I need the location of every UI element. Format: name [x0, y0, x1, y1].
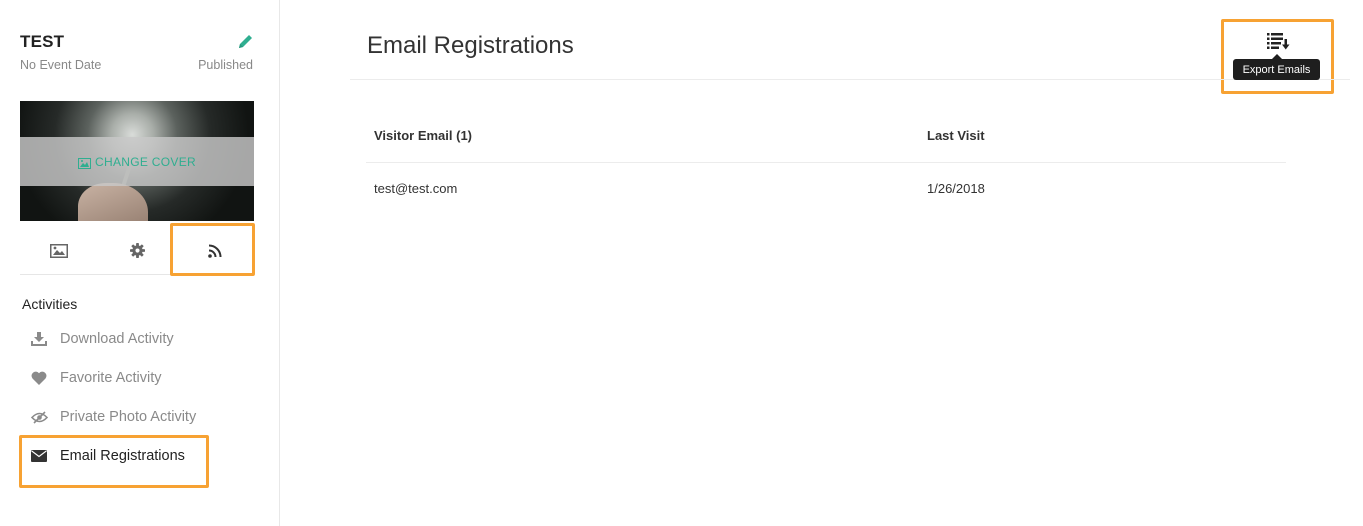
- table-cell-email: test@test.com: [374, 181, 458, 196]
- gear-icon: [129, 243, 145, 263]
- cover-image: CHANGE COVER: [20, 101, 254, 221]
- sidebar-item-download-activity[interactable]: Download Activity: [30, 327, 174, 351]
- page-title: Email Registrations: [367, 32, 574, 59]
- table-cell-last-visit: 1/26/2018: [927, 181, 985, 196]
- sidebar-item-email-registrations[interactable]: Email Registrations: [30, 444, 185, 468]
- divider: [350, 79, 1350, 80]
- sidebar-tabs: [20, 232, 254, 275]
- envelope-icon: [30, 448, 48, 464]
- sidebar-item-private-photo-activity[interactable]: Private Photo Activity: [30, 405, 196, 429]
- export-emails-button[interactable]: [1263, 32, 1295, 54]
- eye-slash-icon: [30, 409, 48, 425]
- column-header-last-visit[interactable]: Last Visit: [927, 128, 985, 143]
- tab-cover[interactable]: [20, 232, 98, 274]
- download-icon: [30, 331, 48, 347]
- sidebar-item-label: Email Registrations: [60, 448, 185, 464]
- change-cover-button[interactable]: CHANGE COVER: [20, 137, 254, 186]
- change-cover-label: CHANGE COVER: [95, 154, 196, 169]
- pencil-icon[interactable]: [236, 33, 256, 51]
- event-title: TEST: [20, 32, 65, 51]
- event-date: No Event Date: [20, 58, 102, 72]
- rss-icon: [208, 244, 222, 263]
- list-download-icon: [1267, 32, 1291, 55]
- table-divider: [366, 162, 1286, 163]
- picture-icon: [78, 156, 92, 169]
- activities-heading: Activities: [22, 296, 78, 312]
- event-status: Published: [198, 58, 253, 72]
- sidebar: TEST No Event Date Published CHANGE COVE…: [0, 0, 280, 526]
- column-header-visitor-email[interactable]: Visitor Email (1): [374, 128, 472, 143]
- image-icon: [50, 243, 68, 263]
- export-tooltip: Export Emails: [1233, 54, 1320, 80]
- tab-activity-feed[interactable]: [176, 232, 254, 274]
- heart-icon: [30, 370, 48, 386]
- sidebar-item-label: Download Activity: [60, 331, 174, 347]
- sidebar-item-favorite-activity[interactable]: Favorite Activity: [30, 366, 162, 390]
- tab-settings[interactable]: [98, 232, 176, 274]
- sidebar-item-label: Private Photo Activity: [60, 409, 197, 425]
- sidebar-item-label: Favorite Activity: [60, 370, 162, 386]
